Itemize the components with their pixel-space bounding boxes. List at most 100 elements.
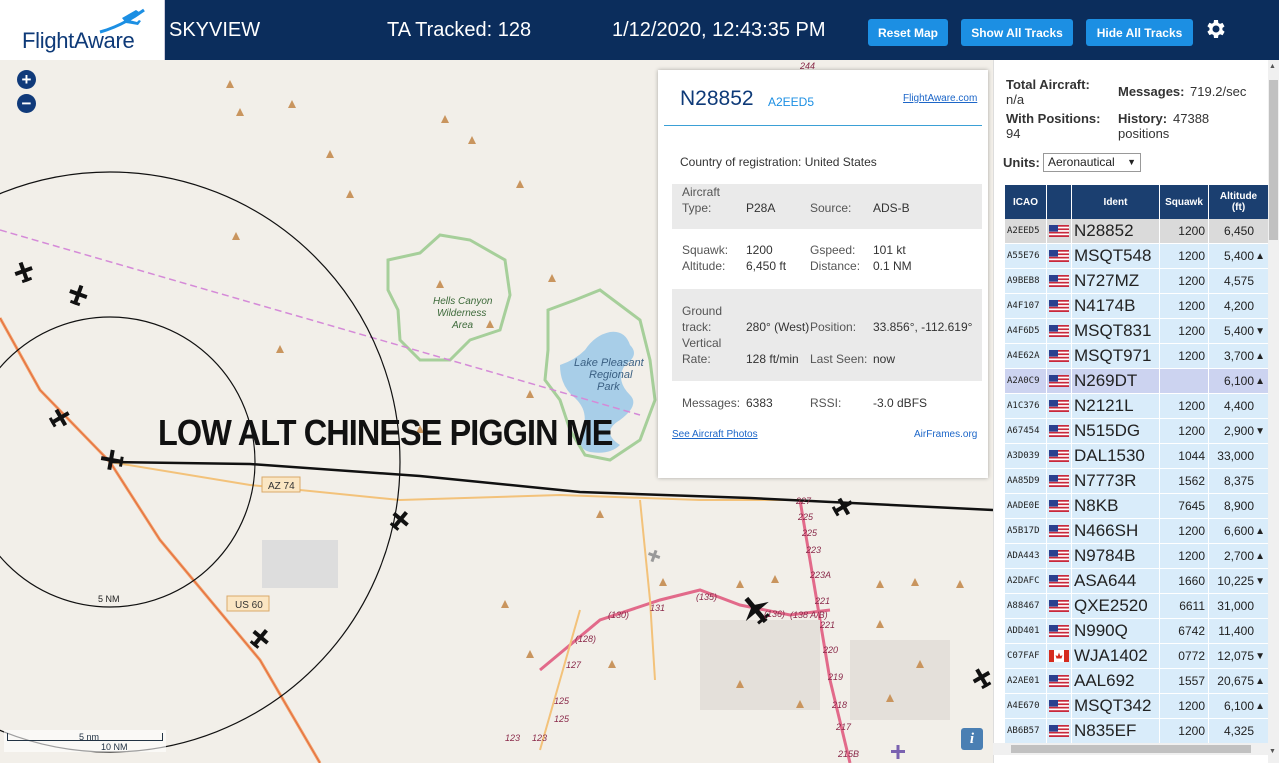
flag-column-header[interactable] — [1047, 185, 1072, 219]
table-row[interactable]: A55E76 MSQT548 1200 5,400 ▲ — [1005, 244, 1269, 269]
az74-label: AZ 74 — [268, 481, 295, 492]
rssi-value: -3.0 dBFS — [873, 396, 928, 410]
reset-map-button[interactable]: Reset Map — [868, 19, 948, 46]
us-flag-icon — [1049, 300, 1069, 312]
history-value: 47388 — [1173, 111, 1210, 126]
total-aircraft-label: Total Aircraft: — [1006, 77, 1090, 92]
row-altitude: 6,100 ▲ — [1209, 694, 1269, 718]
row-flag — [1047, 469, 1072, 493]
aircraft-icon[interactable] — [646, 548, 661, 563]
altitude-trend-icon: ▲ — [1255, 375, 1265, 387]
row-flag — [1047, 694, 1072, 718]
zoom-in-button[interactable]: + — [17, 70, 36, 89]
row-altitude: 4,325 — [1209, 719, 1269, 743]
table-row[interactable]: A4F6D5 MSQT831 1200 5,400 ▼ — [1005, 319, 1269, 344]
row-icao: ADD401 — [1005, 619, 1047, 643]
row-squawk: 1044 — [1160, 444, 1209, 468]
vertical-scroll-thumb[interactable] — [1269, 80, 1278, 240]
row-altitude-value: 31,000 — [1217, 599, 1254, 613]
table-row[interactable]: A3D039 DAL1530 1044 33,000 — [1005, 444, 1269, 469]
squawk-column-header[interactable]: Squawk — [1160, 185, 1209, 219]
us-flag-icon — [1049, 675, 1069, 687]
table-row[interactable]: A9BEB8 N727MZ 1200 4,575 — [1005, 269, 1269, 294]
zoom-out-button[interactable]: − — [17, 94, 36, 113]
canada-flag-icon — [1049, 650, 1069, 662]
icao-column-header[interactable]: ICAO — [1005, 185, 1047, 219]
ident-column-header[interactable]: Ident — [1072, 185, 1160, 219]
row-flag — [1047, 244, 1072, 268]
route-number: 221 — [819, 620, 835, 630]
row-flag — [1047, 294, 1072, 318]
gspeed-value: 101 kt — [873, 243, 906, 257]
table-row[interactable]: A2AE01 AAL692 1557 20,675 ▲ — [1005, 669, 1269, 694]
aircraft-photos-link[interactable]: See Aircraft Photos — [672, 429, 758, 440]
altitude-column-header[interactable]: Altitude (ft) — [1209, 185, 1269, 219]
horizontal-scroll-thumb[interactable] — [1011, 745, 1251, 753]
total-aircraft-value: n/a — [1006, 92, 1025, 107]
row-altitude-value: 33,000 — [1217, 449, 1254, 463]
panel-horizontal-scrollbar[interactable] — [993, 743, 1268, 755]
units-select[interactable]: Aeronautical ▼ — [1043, 153, 1141, 172]
us-flag-icon — [1049, 725, 1069, 737]
squawk-value: 1200 — [746, 243, 773, 257]
row-icao: A3D039 — [1005, 444, 1047, 468]
row-altitude-value: 2,700 — [1223, 549, 1254, 563]
map-scale-bar: 5 nm 10 NM — [4, 730, 166, 752]
row-altitude: 6,100 ▲ — [1209, 369, 1269, 393]
table-row[interactable]: A2A0C9 N269DT 6,100 ▲ — [1005, 369, 1269, 394]
us-flag-icon — [1049, 375, 1069, 387]
aircraft-type-label-line2: Type: — [682, 201, 712, 215]
tracked-count: TA Tracked: 128 — [387, 19, 532, 41]
aircraft-icon[interactable] — [830, 494, 856, 520]
show-all-tracks-button[interactable]: Show All Tracks — [961, 19, 1073, 46]
row-flag — [1047, 444, 1072, 468]
table-row[interactable]: A2DAFC ASA644 1660 10,225 ▼ — [1005, 569, 1269, 594]
table-row[interactable]: A4E670 MSQT342 1200 6,100 ▲ — [1005, 694, 1269, 719]
table-row[interactable]: C07FAF WJA1402 0772 12,075 ▼ — [1005, 644, 1269, 669]
table-row[interactable]: A4F107 N4174B 1200 4,200 — [1005, 294, 1269, 319]
wilderness-label: Wilderness — [437, 308, 486, 319]
vertical-rate-value: 128 ft/min — [746, 352, 799, 366]
aircraft-icon[interactable] — [387, 507, 414, 534]
row-altitude-value: 4,200 — [1223, 299, 1254, 313]
urban-block — [262, 540, 338, 588]
table-row[interactable]: AB6B57 N835EF 1200 4,325 — [1005, 719, 1269, 744]
row-icao: A4F107 — [1005, 294, 1047, 318]
table-row[interactable]: AADE0E N8KB 7645 8,900 — [1005, 494, 1269, 519]
table-row[interactable]: A5B17D N466SH 1200 6,600 ▲ — [1005, 519, 1269, 544]
gear-icon[interactable] — [1203, 17, 1227, 41]
table-body: A2EED5 N28852 1200 6,450 A55E76 MSQT548 1200 5,… — [1005, 219, 1269, 744]
aircraft-type-value: P28A — [746, 201, 776, 215]
distance-value: 0.1 NM — [873, 259, 912, 273]
flightaware-link[interactable]: FlightAware.com — [903, 93, 977, 104]
scale-bar-top-label: 5 nm — [79, 732, 100, 742]
aircraft-icon[interactable] — [12, 260, 36, 285]
aircraft-icon[interactable] — [891, 745, 905, 759]
aircraft-icon[interactable] — [969, 665, 993, 691]
table-row[interactable]: A1C376 N2121L 1200 4,400 — [1005, 394, 1269, 419]
panel-vertical-scrollbar[interactable]: ▲ ▼ — [1268, 60, 1279, 763]
table-row[interactable]: ADA443 N9784B 1200 2,700 ▲ — [1005, 544, 1269, 569]
flightaware-logo[interactable]: FlightAware — [0, 0, 165, 60]
table-row[interactable]: AA85D9 N7773R 1562 8,375 — [1005, 469, 1269, 494]
table-row[interactable]: A67454 N515DG 1200 2,900 ▼ — [1005, 419, 1269, 444]
row-altitude-value: 8,375 — [1223, 474, 1254, 488]
aircraft-icon[interactable] — [66, 283, 90, 308]
table-row[interactable]: A2EED5 N28852 1200 6,450 — [1005, 219, 1269, 244]
altitude-header-line2: (ft) — [1231, 202, 1246, 213]
airframes-link[interactable]: AirFrames.org — [914, 429, 977, 440]
table-row[interactable]: A88467 QXE2520 6611 31,000 — [1005, 594, 1269, 619]
hide-all-tracks-button[interactable]: Hide All Tracks — [1086, 19, 1193, 46]
selected-aircraft-icon[interactable] — [99, 448, 124, 472]
us-flag-icon — [1049, 600, 1069, 612]
popup-registration: N28852 — [680, 87, 754, 110]
table-row[interactable]: ADD401 N990Q 6742 11,400 — [1005, 619, 1269, 644]
row-flag — [1047, 619, 1072, 643]
row-altitude: 8,375 — [1209, 469, 1269, 493]
table-row[interactable]: A4E62A MSQT971 1200 3,700 ▲ — [1005, 344, 1269, 369]
popup-aircraft-block: Aircraft Type: P28A Source: ADS-B — [672, 184, 982, 229]
route-number: 123 — [505, 733, 520, 743]
scroll-up-icon[interactable]: ▲ — [1269, 63, 1276, 70]
map-info-button[interactable]: i — [961, 728, 983, 750]
scroll-down-icon[interactable]: ▼ — [1269, 748, 1276, 755]
